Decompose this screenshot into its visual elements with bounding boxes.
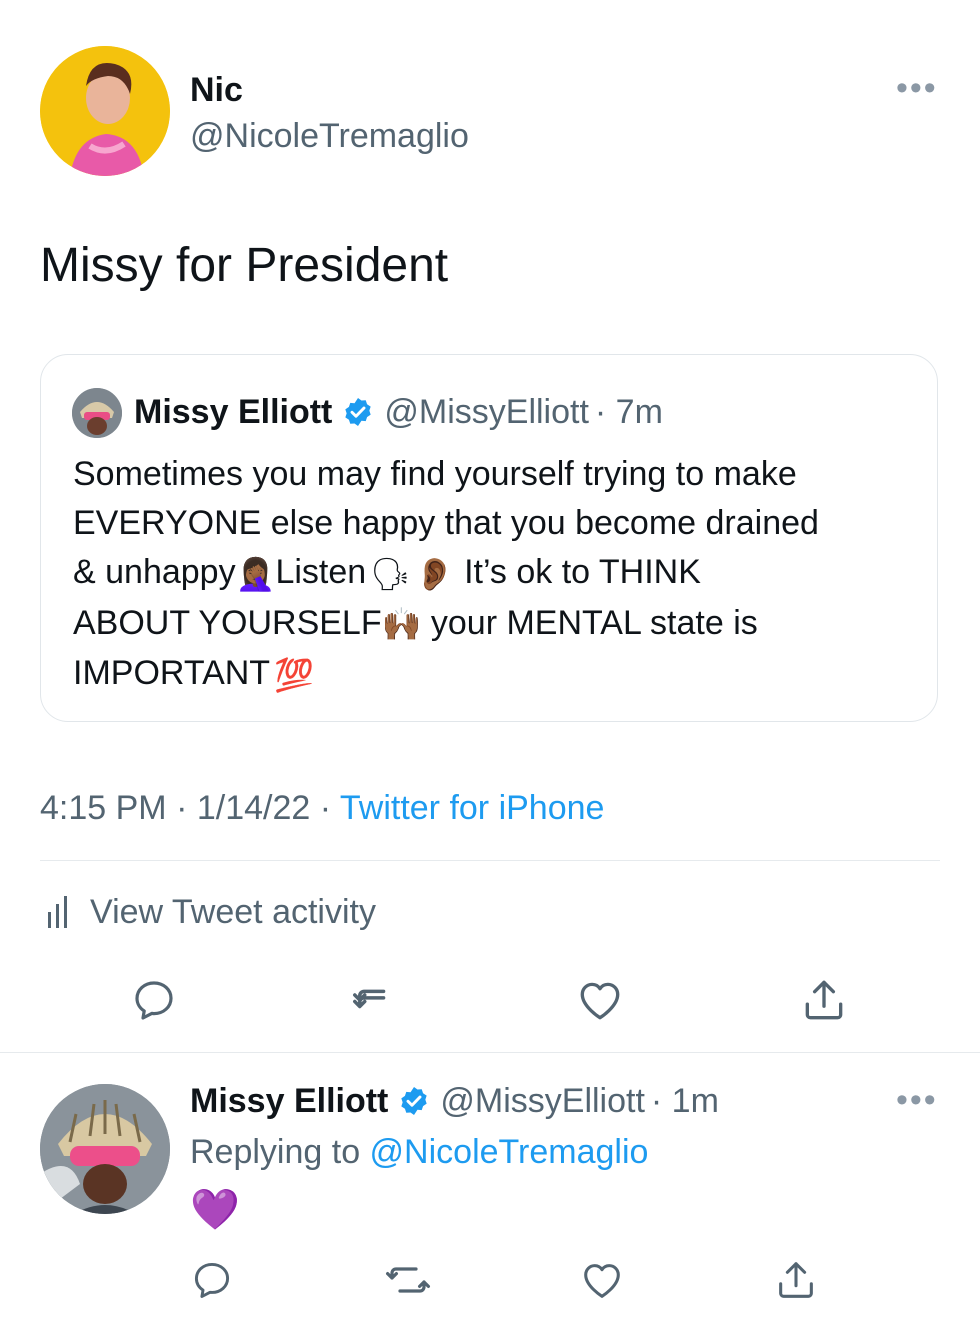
heart-icon: [580, 982, 620, 1020]
tweet-text: Missy for President: [40, 239, 449, 292]
reply-text: 💜: [190, 1186, 240, 1233]
reply-more-icon[interactable]: •••: [896, 1083, 938, 1117]
reply-author-name[interactable]: Missy Elliott: [190, 1082, 388, 1121]
reply-time: · 1m: [650, 1081, 719, 1120]
share-icon: [779, 1262, 813, 1298]
quote-text-line-2: EVERYONE else happy that you become drai…: [73, 504, 819, 542]
raised-hands-emoji-icon: 🙌🏾: [381, 606, 422, 643]
quote-avatar[interactable]: [72, 388, 122, 438]
tweet-author-handle[interactable]: @NicoleTremaglio: [190, 116, 469, 156]
tweet-meta: 4:15 PM · 1/14/22 · Twitter for iPhone: [40, 788, 604, 828]
quote-text-unhappy: & unhappy: [73, 553, 236, 591]
view-tweet-activity-button[interactable]: View Tweet activity: [44, 890, 376, 934]
quote-author-handle[interactable]: @MissyElliott: [384, 393, 589, 432]
verified-badge-icon: [398, 1085, 430, 1117]
replying-to-label: Replying to: [190, 1133, 370, 1171]
retweet-icon: [386, 1267, 430, 1293]
share-button[interactable]: [794, 970, 854, 1030]
quote-author-name[interactable]: Missy Elliott: [134, 393, 332, 432]
reply-reply-button[interactable]: [182, 1250, 242, 1310]
facepalm-emoji-icon: 🤦🏾‍♀️: [235, 555, 276, 592]
tweet-author-name[interactable]: Nic: [190, 70, 243, 110]
speaking-head-emoji-icon: 🗣: [370, 555, 411, 592]
hundred-points-emoji-icon: 💯: [274, 656, 314, 693]
retweet-button[interactable]: [346, 970, 406, 1030]
reply-share-button[interactable]: [766, 1250, 826, 1310]
like-button[interactable]: [570, 970, 630, 1030]
quote-text-line-5: IMPORTANT 💯: [73, 649, 923, 700]
verified-badge-icon: [342, 396, 374, 428]
reply-icon: [194, 1262, 230, 1298]
view-tweet-activity-label: View Tweet activity: [90, 892, 376, 931]
ear-emoji-icon: 👂🏾: [414, 555, 455, 592]
tweet-timestamp[interactable]: 4:15 PM · 1/14/22 ·: [40, 789, 340, 827]
reply-icon: [135, 981, 173, 1020]
reply-like-button[interactable]: [572, 1250, 632, 1310]
quote-text-line-3: & unhappy🤦🏾‍♀️Listen 🗣 👂🏾 It’s ok to THINK: [73, 548, 923, 599]
tweet-source-link[interactable]: Twitter for iPhone: [340, 789, 605, 827]
share-icon: [805, 980, 843, 1020]
nic-avatar[interactable]: [40, 46, 170, 176]
replying-to-handle[interactable]: @NicoleTremaglio: [370, 1133, 649, 1171]
reply-button[interactable]: [124, 970, 184, 1030]
reply-author-handle[interactable]: @MissyElliott: [440, 1082, 645, 1121]
quote-author-row: Missy Elliott @MissyElliott · 7m: [134, 392, 663, 432]
retweet-icon: [353, 989, 386, 1009]
purple-heart-emoji-icon: 💜: [190, 1188, 240, 1232]
activity-bars-icon: [44, 894, 72, 930]
section-divider: [0, 1052, 980, 1053]
reply-retweet-button[interactable]: [378, 1250, 438, 1310]
heart-icon: [584, 1264, 620, 1298]
quote-text-important: IMPORTANT: [73, 654, 271, 693]
quote-text-listen: Listen: [275, 553, 367, 591]
reply-avatar[interactable]: [40, 1084, 170, 1214]
quote-text: Sometimes you may find yourself trying t…: [73, 450, 923, 700]
quote-text-mental: your MENTAL state is: [421, 603, 758, 642]
tweet-more-icon[interactable]: •••: [896, 71, 938, 105]
quote-text-line-4: ABOUT YOURSELF🙌🏾 your MENTAL state is: [73, 599, 923, 650]
divider: [40, 860, 940, 861]
replying-to: Replying to @NicoleTremaglio: [190, 1132, 648, 1172]
quote-text-think: It’s ok to THINK: [454, 553, 701, 591]
quote-time: · 7m: [594, 392, 663, 431]
quote-text-about-yourself: ABOUT YOURSELF: [73, 603, 382, 642]
reply-author-row: Missy Elliott @MissyElliott · 1m: [190, 1080, 719, 1122]
quote-text-line-1: Sometimes you may find yourself trying t…: [73, 455, 797, 493]
